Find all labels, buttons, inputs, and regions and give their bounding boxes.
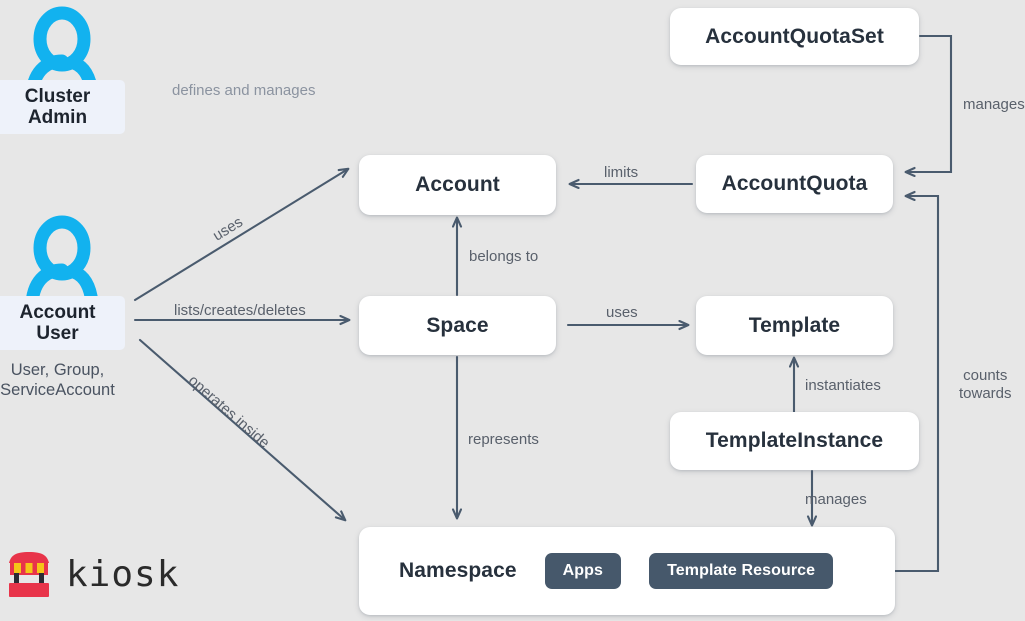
node-template-label: Template (748, 313, 841, 337)
node-space-label: Space (426, 313, 489, 337)
account-user-caption: User, Group, ServiceAccount (0, 360, 125, 400)
actor-account-user: Account User (0, 296, 125, 350)
node-account-label: Account (415, 173, 500, 196)
person-icon (25, 215, 99, 305)
diagram-canvas: Cluster Admin Account User User, Group, … (0, 0, 1025, 621)
node-templateinstance[interactable]: TemplateInstance (670, 412, 919, 470)
edge-label-operates-inside: operates inside (184, 372, 273, 452)
edge-label-counts-towards: counts towards (959, 367, 1012, 402)
edge-label-lists-creates-deletes: lists/creates/deletes (174, 302, 306, 319)
edge-label-counts-towards-line1: counts (963, 367, 1008, 384)
edge-label-limits: limits (604, 164, 639, 181)
node-accountquota[interactable]: AccountQuota (696, 155, 893, 213)
node-templateinstance-label: TemplateInstance (705, 429, 884, 452)
account-user-label-line1: Account (19, 301, 96, 323)
edge-ns-counts (893, 196, 940, 573)
node-accountquotaset-label: AccountQuotaSet (705, 24, 884, 48)
edge-label-manages-accountquota: manages (963, 96, 1025, 113)
edge-label-manages-namespace: manages (805, 491, 867, 508)
edge-label-defines-and-manages: defines and manages (172, 82, 316, 99)
node-space[interactable]: Space (359, 296, 556, 355)
account-user-label-line2: User (36, 323, 79, 344)
edge-label-uses-account: uses (210, 213, 246, 245)
edge-admin-defines (118, 101, 1010, 410)
kiosk-stall-icon (9, 552, 49, 597)
edge-label-instantiates: instantiates (805, 377, 881, 394)
node-account[interactable]: Account (359, 155, 556, 215)
node-accountquotaset[interactable]: AccountQuotaSet (670, 8, 919, 65)
kiosk-wordmark: kiosk (66, 553, 180, 595)
node-template[interactable]: Template (696, 296, 893, 355)
cluster-admin-label-line2: Admin (27, 107, 88, 128)
edge-label-uses-template: uses (606, 304, 638, 321)
kiosk-branding: kiosk (6, 549, 179, 599)
pill-template-resource[interactable]: Template Resource (649, 553, 834, 589)
node-namespace[interactable]: Namespace Apps Template Resource (359, 527, 895, 615)
edge-label-represents: represents (468, 431, 539, 448)
edge-label-counts-towards-line2: towards (959, 384, 1012, 402)
account-user-caption-line2: ServiceAccount (0, 381, 115, 400)
cluster-admin-label-line1: Cluster (24, 85, 91, 107)
node-accountquota-label: AccountQuota (721, 172, 868, 195)
node-namespace-label: Namespace (399, 559, 517, 582)
pill-apps[interactable]: Apps (544, 553, 622, 589)
actor-cluster-admin: Cluster Admin (0, 80, 125, 134)
edge-label-belongs-to: belongs to (469, 248, 539, 265)
edge-user-uses (133, 169, 348, 302)
account-user-caption-line1: User, Group, (10, 361, 105, 379)
